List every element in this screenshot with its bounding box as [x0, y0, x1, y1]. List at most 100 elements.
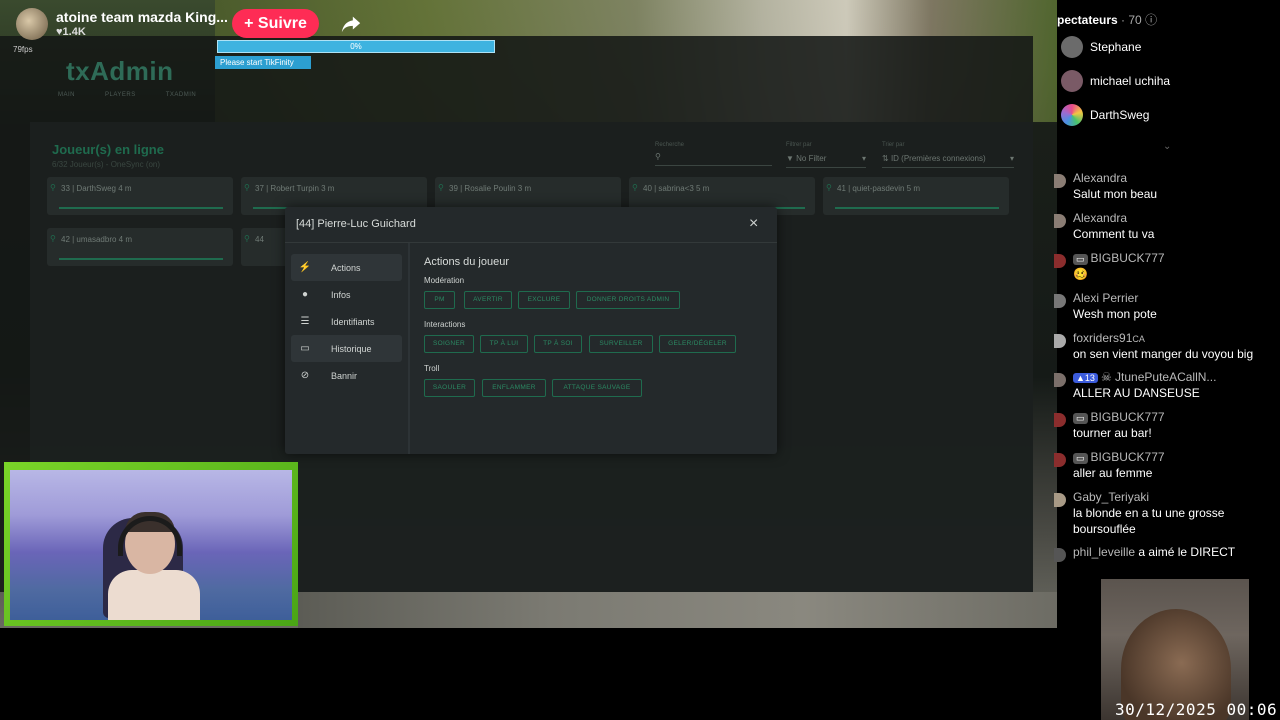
kick-button[interactable]: EXCLURE — [518, 291, 570, 309]
book-icon: ▭ — [300, 343, 310, 354]
pm-button[interactable]: PM — [424, 291, 455, 309]
freeze-button[interactable]: GELER/DÉGELER — [659, 335, 736, 353]
chat-username-text: JtunePuteACallN... — [1115, 370, 1217, 384]
viewer-item[interactable]: DarthSweg — [1061, 104, 1149, 126]
close-icon[interactable]: × — [749, 215, 758, 233]
side-item-historique[interactable]: ▭ Historique — [291, 335, 402, 362]
follow-button[interactable]: + Suivre — [232, 9, 319, 38]
avatar — [1054, 413, 1066, 427]
sort-select[interactable]: ⇅ ID (Premières connexions) ▾ — [882, 154, 1014, 168]
spectate-button[interactable]: SURVEILLER — [589, 335, 653, 353]
chat-username[interactable]: Alexandra — [1073, 211, 1127, 225]
chat-username[interactable]: Gaby_Teriyaki — [1073, 490, 1149, 504]
player-card[interactable]: ⚲ 33 | DarthSweg 4 m — [47, 177, 233, 215]
side-item-bannir[interactable]: ⊘ Bannir — [291, 362, 402, 389]
side-item-identifiants[interactable]: ☰ Identifiants — [291, 308, 402, 335]
chat-username-text: BIGBUCK777 — [1090, 410, 1165, 424]
chat-text: Wesh mon pote — [1073, 307, 1157, 321]
tp-here-button[interactable]: TP À SOI — [534, 335, 582, 353]
avatar — [1054, 334, 1066, 348]
player-icon: ⚲ — [50, 183, 56, 192]
side-item-actions[interactable]: ⚡ Actions — [291, 254, 402, 281]
actions-title: Actions du joueur — [424, 256, 509, 268]
health-bar — [59, 258, 223, 260]
viewer-item[interactable]: michael uchiha — [1061, 70, 1170, 92]
chevron-down-icon[interactable]: ⌄ — [1163, 141, 1171, 152]
txadmin-header: txAdmin MAIN PLAYERS TXADMIN — [0, 36, 220, 122]
stream-title[interactable]: atoine team mazda King... — [56, 9, 228, 25]
menu-players[interactable]: PLAYERS — [105, 92, 136, 98]
player-label: 33 | DarthSweg 4 m — [61, 184, 132, 193]
chat-username[interactable]: ▭ BIGBUCK777 — [1073, 450, 1165, 464]
emoji-icon: 🥴 — [1073, 267, 1088, 281]
chat-text: tourner au bar! — [1073, 426, 1152, 440]
player-card[interactable]: ⚲ 41 | quiet-pasdevin 5 m — [823, 177, 1009, 215]
avatar — [1054, 174, 1066, 188]
menu-txadmin[interactable]: TXADMIN — [166, 92, 197, 98]
person-icon: ● — [301, 289, 309, 300]
modal-sidebar: ⚡ Actions ● Infos ☰ Identifiants ▭ Histo… — [285, 243, 410, 454]
menu-main[interactable]: MAIN — [58, 92, 75, 98]
player-label: 41 | quiet-pasdevin 5 m — [837, 184, 921, 193]
troll-label: Troll — [424, 364, 440, 373]
sort-label: Trier par — [882, 142, 905, 148]
player-card[interactable]: ⚲ 44 — [241, 228, 291, 266]
player-icon: ⚲ — [244, 234, 250, 243]
skull-icon: ☠ — [1100, 370, 1116, 384]
chat-username[interactable]: phil_leveille a aimé le DIRECT — [1073, 545, 1235, 559]
chat-username[interactable]: ▲13 ☠ JtunePuteACallN... — [1073, 370, 1216, 384]
filter-select[interactable]: ▼ No Filter ▾ — [786, 154, 866, 168]
country-badge: CA — [1132, 334, 1145, 344]
info-icon[interactable]: ⓘ — [1145, 13, 1157, 27]
avatar — [1054, 373, 1066, 387]
chat-text: Salut mon beau — [1073, 187, 1158, 201]
viewer-name: Stephane — [1090, 40, 1142, 54]
avatar — [1054, 453, 1066, 467]
avatar — [1054, 214, 1066, 228]
tikfinity-message: Please start TikFinity — [215, 56, 311, 69]
chat-username[interactable]: ▭ BIGBUCK777 — [1073, 251, 1165, 265]
heal-button[interactable]: SOIGNER — [424, 335, 474, 353]
chat-text-line2: boursouflée — [1073, 522, 1136, 536]
wild-attack-button[interactable]: ATTAQUE SAUVAGE — [552, 379, 642, 397]
game-scene-bottom — [298, 592, 1057, 628]
list-icon: ☰ — [300, 316, 310, 327]
chat-username[interactable]: Alexi Perrier — [1073, 291, 1138, 305]
avatar — [1054, 493, 1066, 507]
avatar — [1061, 104, 1083, 126]
fire-button[interactable]: ENFLAMMER — [482, 379, 546, 397]
warn-button[interactable]: AVERTIR — [464, 291, 512, 309]
chat-username-text: BIGBUCK777 — [1090, 450, 1165, 464]
chat-username[interactable]: Alexandra — [1073, 171, 1127, 185]
chat-username-text: phil_leveille — [1073, 545, 1136, 559]
player-icon: ⚲ — [438, 183, 444, 192]
chevron-down-icon: ▾ — [1009, 154, 1014, 163]
webcam — [10, 470, 292, 620]
sort-value: ID (Premières connexions) — [890, 154, 986, 163]
viewer-name: michael uchiha — [1090, 74, 1171, 88]
give-admin-button[interactable]: DONNER DROITS ADMIN — [576, 291, 680, 309]
filter-value: No Filter — [796, 154, 827, 163]
level-badge: ▲13 — [1073, 373, 1098, 383]
badge: ▭ — [1073, 254, 1088, 265]
tikfinity-progress-bar: 0% — [217, 40, 495, 53]
player-card[interactable]: ⚲ 42 | umasadbro 4 m — [47, 228, 233, 266]
badge: ▭ — [1073, 453, 1088, 464]
chat-username[interactable]: ▭ BIGBUCK777 — [1073, 410, 1165, 424]
viewer-item[interactable]: Stephane — [1061, 36, 1141, 58]
stream-likes: ♥1.4K — [56, 26, 86, 38]
search-input[interactable]: ⚲ — [655, 152, 772, 166]
filter-label: Filtrer par — [786, 142, 812, 148]
viewer-name: DarthSweg — [1090, 108, 1150, 122]
moderation-label: Modération — [424, 276, 465, 285]
share-icon[interactable] — [340, 13, 362, 35]
search-label: Recherche — [655, 142, 685, 148]
side-item-infos[interactable]: ● Infos — [291, 281, 402, 308]
tp-to-button[interactable]: TP À LUI — [480, 335, 528, 353]
streamer-avatar[interactable] — [16, 8, 48, 40]
players-title: Joueur(s) en ligne — [52, 142, 164, 157]
chat-username[interactable]: foxriders91CA — [1073, 331, 1145, 345]
drunk-button[interactable]: SAOULER — [424, 379, 475, 397]
player-icon: ⚲ — [50, 234, 56, 243]
interactions-label: Interactions — [424, 320, 466, 329]
